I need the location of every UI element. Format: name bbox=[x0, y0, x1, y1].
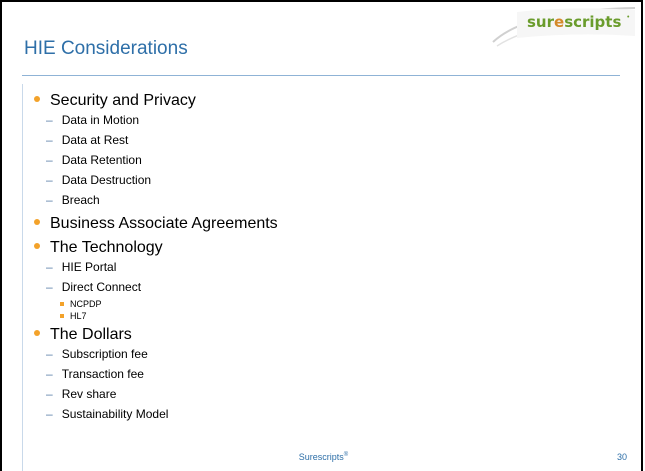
sub-bullet-text: Subscription fee bbox=[61, 347, 148, 361]
sub-bullet-text: Data Retention bbox=[61, 153, 142, 167]
sub-sub-bullet-item: NCPDP bbox=[60, 299, 102, 309]
sub-bullet-item: – Data Destruction bbox=[46, 173, 151, 187]
logo-registered-mark: • bbox=[627, 14, 630, 21]
footer-brand-text: Surescripts bbox=[298, 452, 344, 462]
sub-bullet-item: – Subscription fee bbox=[46, 347, 148, 361]
sub-bullet-text: Breach bbox=[61, 193, 100, 207]
dash-icon: – bbox=[46, 280, 53, 294]
sub-bullet-text: Data Destruction bbox=[61, 173, 152, 187]
dash-icon: – bbox=[46, 113, 53, 127]
sub-sub-bullet-text: HL7 bbox=[70, 311, 87, 321]
sub-bullet-item: – Data at Rest bbox=[46, 133, 128, 147]
dash-icon: – bbox=[46, 387, 53, 401]
footer-registered-mark: ® bbox=[343, 452, 349, 458]
bullet-item: Business Associate Agreements bbox=[34, 215, 278, 233]
sub-bullet-text: HIE Portal bbox=[61, 260, 117, 274]
bullet-item: Security and Privacy bbox=[34, 92, 196, 110]
bullet-dot-icon bbox=[34, 218, 40, 225]
dash-icon: – bbox=[46, 133, 53, 147]
bullet-item: The Technology bbox=[34, 239, 163, 257]
bullet-text: Security and Privacy bbox=[50, 92, 196, 109]
slide-title: HIE Considerations bbox=[24, 38, 188, 59]
sub-bullet-text: Data at Rest bbox=[61, 133, 129, 147]
footer-brand: Surescripts® bbox=[2, 452, 641, 462]
square-bullet-icon bbox=[60, 301, 64, 306]
sub-bullet-item: – Transaction fee bbox=[46, 367, 144, 381]
bullet-text: The Technology bbox=[50, 239, 163, 256]
logo-text-sur: sur bbox=[527, 13, 555, 31]
dash-icon: – bbox=[46, 347, 53, 361]
sub-bullet-item: – Data Retention bbox=[46, 153, 142, 167]
sub-bullet-text: Rev share bbox=[61, 387, 117, 401]
sub-bullet-item: – Rev share bbox=[46, 387, 116, 401]
bullet-item: The Dollars bbox=[34, 326, 132, 344]
square-bullet-icon bbox=[60, 313, 64, 318]
bullet-text: Business Associate Agreements bbox=[50, 215, 278, 232]
bullet-text: The Dollars bbox=[50, 326, 132, 343]
logo-text-e: e bbox=[554, 13, 565, 31]
bullet-dot-icon bbox=[34, 95, 40, 102]
bullet-dot-icon bbox=[34, 242, 40, 249]
sub-bullet-text: Transaction fee bbox=[61, 367, 144, 381]
sub-bullet-item: – Direct Connect bbox=[46, 280, 141, 294]
sub-bullet-item: – HIE Portal bbox=[46, 260, 116, 274]
dash-icon: – bbox=[46, 173, 53, 187]
sub-bullet-item: – Data in Motion bbox=[46, 113, 139, 127]
dash-icon: – bbox=[46, 407, 53, 421]
sub-sub-bullet-text: NCPDP bbox=[70, 299, 102, 309]
slide: surescripts • HIE Considerations Securit… bbox=[0, 0, 643, 471]
dash-icon: – bbox=[46, 260, 53, 274]
sub-bullet-text: Direct Connect bbox=[61, 280, 142, 294]
sub-bullet-text: Data in Motion bbox=[61, 113, 140, 127]
sub-bullet-item: – Breach bbox=[46, 193, 100, 207]
bullet-dot-icon bbox=[34, 329, 40, 336]
surescripts-logo: surescripts • bbox=[487, 6, 637, 50]
sub-bullet-item: – Sustainability Model bbox=[46, 407, 168, 421]
sub-bullet-text: Sustainability Model bbox=[61, 407, 169, 421]
dash-icon: – bbox=[46, 153, 53, 167]
dash-icon: – bbox=[46, 367, 53, 381]
logo-wordmark: surescripts bbox=[527, 13, 621, 31]
sub-sub-bullet-item: HL7 bbox=[60, 311, 87, 321]
dash-icon: – bbox=[46, 193, 53, 207]
slide-number: 30 bbox=[616, 452, 627, 462]
title-divider bbox=[22, 75, 620, 76]
logo-text-scripts: scripts bbox=[564, 13, 622, 31]
